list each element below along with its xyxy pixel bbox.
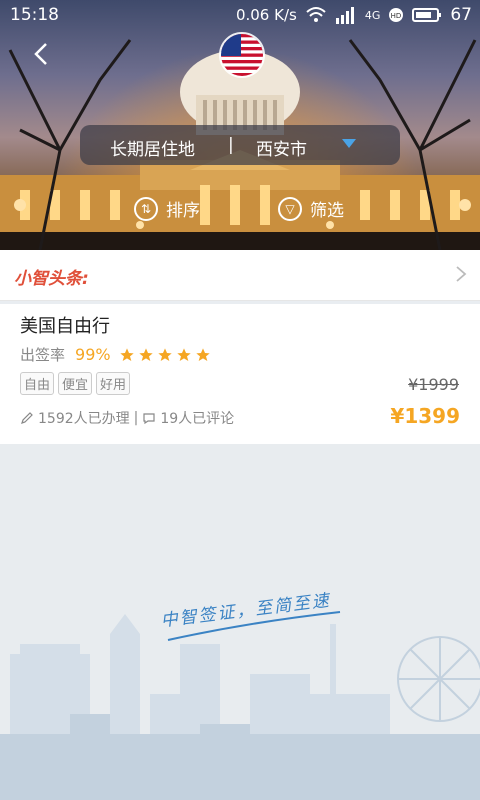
network-speed: 0.06 K/s — [235, 6, 297, 24]
filter-icon: ▽ — [278, 196, 302, 221]
back-arrow-icon[interactable] — [28, 40, 56, 68]
pencil-icon — [21, 412, 33, 424]
product-tags: 自由 便宜 好用 — [20, 372, 131, 395]
success-rate-value: 99% — [75, 345, 111, 364]
sort-icon: ⇅ — [134, 196, 158, 221]
dropdown-arrow-icon — [342, 139, 356, 148]
news-title: 小智头条: — [14, 269, 89, 289]
original-price: ¥1999 — [408, 375, 459, 394]
tag: 自由 — [20, 372, 55, 395]
handled-count: 1592人已办理 — [38, 411, 130, 427]
battery-icon — [412, 8, 442, 22]
filter-button[interactable]: ▽ 筛选 — [278, 196, 344, 221]
comment-icon — [143, 413, 155, 425]
status-time: 15:18 — [10, 5, 59, 25]
product-stats: 1592人已办理 | 19人已评论 — [20, 408, 234, 428]
residence-label: 长期居住地 — [110, 140, 195, 160]
filter-label: 筛选 — [310, 201, 344, 221]
hero-banner: 15:18 0.06 K/s 4G HD 67 长期居住地 | 西安市 ⇅ 排序… — [0, 0, 480, 250]
city-skyline-illustration — [0, 611, 480, 800]
residence-selector[interactable]: 长期居住地 | 西安市 — [80, 125, 400, 165]
star-icon — [119, 347, 134, 361]
usa-flag-icon — [219, 32, 265, 78]
product-card[interactable]: 美国自由行 出签率 99% 自由 便宜 好用 ¥1999 1592人已办理 | … — [0, 304, 480, 444]
rating-stars — [119, 347, 211, 363]
wifi-icon — [306, 7, 326, 22]
brand-banner: 中智签证，至简至速 — [0, 444, 480, 800]
current-price: ¥1399 — [390, 404, 460, 428]
star-icon — [195, 347, 210, 361]
hd-icon: HD — [389, 8, 404, 22]
tag: 便宜 — [58, 372, 93, 395]
stats-divider: | — [133, 410, 139, 426]
residence-city: 西安市 — [256, 140, 307, 160]
star-icon — [138, 347, 153, 361]
status-icons: 0.06 K/s 4G HD 67 — [236, 5, 472, 25]
comment-count: 19人已评论 — [160, 411, 235, 427]
star-icon — [157, 347, 172, 361]
status-bar: 15:18 0.06 K/s 4G HD 67 — [0, 0, 480, 32]
star-icon — [176, 347, 191, 361]
residence-separator: | — [228, 135, 234, 155]
success-rate: 出签率 99% — [20, 344, 211, 365]
network-type: 4G — [364, 8, 381, 22]
news-ticker[interactable]: 小智头条: — [0, 250, 480, 301]
hero-actions: ⇅ 排序 ▽ 筛选 — [0, 196, 480, 226]
sort-button[interactable]: ⇅ 排序 — [134, 196, 200, 221]
product-title: 美国自由行 — [20, 316, 110, 337]
success-rate-label: 出签率 — [20, 346, 66, 364]
svg-text:HD: HD — [391, 12, 402, 20]
sort-label: 排序 — [166, 201, 200, 221]
chevron-right-icon — [456, 266, 467, 282]
signal-icon — [335, 7, 354, 24]
battery-level: 67 — [450, 5, 472, 25]
tag: 好用 — [96, 372, 131, 395]
